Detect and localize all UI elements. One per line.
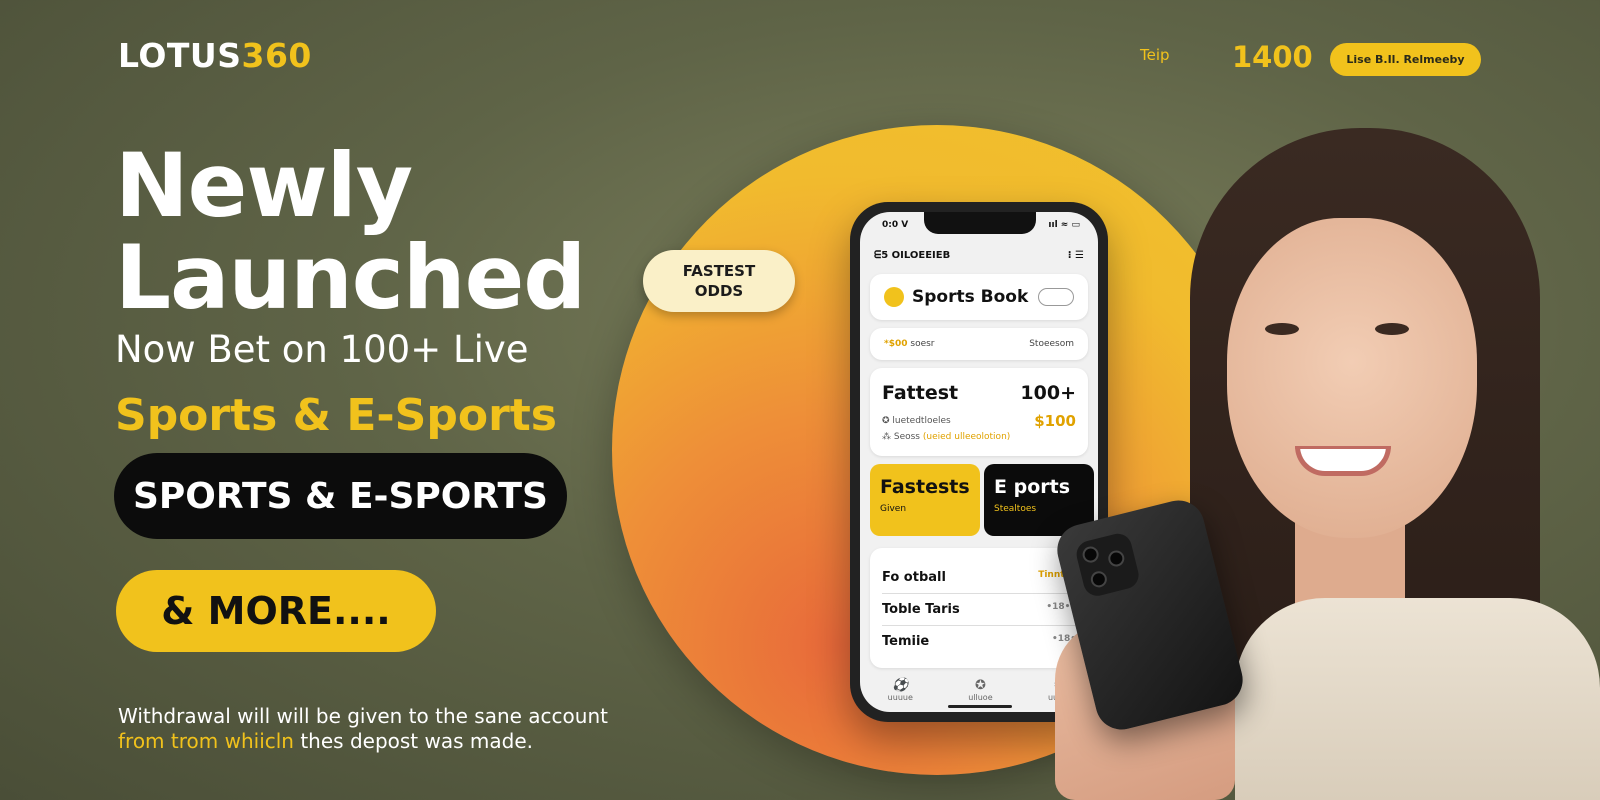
more-button[interactable]: & MORE.... (116, 570, 436, 652)
promo-count: 100+ (1020, 382, 1076, 404)
balance-row: *$00 soesr Stoeesom (870, 328, 1088, 360)
app-title: ᗴ5 OILOEEIEB (874, 250, 951, 261)
disclaimer-line1: Withdrawal will will be given to the san… (118, 704, 608, 728)
promo-amount: $100 (1034, 412, 1076, 430)
tab-1-label: uuuue (887, 693, 913, 702)
hero-title: Newly Launched (115, 134, 586, 329)
logo-text: LOTUS (118, 36, 242, 75)
trophy-icon: ✪ (974, 678, 986, 693)
disclaimer-rest: thes depost was made. (293, 729, 533, 753)
model-face (1227, 218, 1477, 538)
header-cta-button[interactable]: Lise B.Il. Relmeeby (1330, 43, 1481, 76)
camera-lens-icon (1080, 544, 1101, 565)
balance-right-label: Stoeesom (1029, 339, 1074, 349)
sports-esports-button[interactable]: SPORTS & E-SPORTS (114, 453, 567, 539)
tab-1[interactable]: ⚽ uuuue (888, 678, 913, 702)
brand-logo[interactable]: LOTUS360 (118, 36, 312, 75)
model-eye (1265, 323, 1299, 335)
disclaimer-line2: from trom whiicln thes depost was made. (118, 729, 608, 754)
app-bar: ᗴ5 OILOEEIEB ⁝ ☰ (874, 250, 1084, 261)
promo-card[interactable]: Fattest 100+ ✪ luetedtloeles $100 ⁂ Seos… (870, 368, 1088, 456)
badge-line2: ODDS (694, 282, 744, 300)
list-item-name: Toble Taris (882, 602, 960, 617)
logo-accent: 360 (241, 36, 312, 75)
list-item[interactable]: Fo otball Tinntes (882, 562, 1076, 594)
tab-2[interactable]: ✪ ulluoe (968, 678, 992, 702)
model-eye (1375, 323, 1409, 335)
disclaimer-text: Withdrawal will will be given to the san… (118, 704, 608, 754)
model-smile (1295, 446, 1391, 476)
list-item[interactable]: Temiie •18• (882, 626, 1076, 657)
list-item-name: Fo otball (882, 570, 946, 585)
hero-subtitle: Now Bet on 100+ Live (115, 328, 529, 371)
home-indicator (948, 705, 1012, 708)
balance-amount: *$00 (884, 339, 908, 349)
fastests-tile[interactable]: Fastests Given (870, 464, 980, 536)
disclaimer-accent: from trom whiicln (118, 729, 294, 753)
balance-label: soesr (910, 339, 935, 349)
tab-2-label: ulluoe (968, 693, 993, 702)
hero-subtitle-accent: Sports & E-Sports (115, 390, 557, 441)
promo-line1: ✪ luetedtloeles (882, 416, 951, 426)
hero-title-line1: Newly (115, 134, 413, 237)
header-number: 1400 (1232, 40, 1313, 74)
soccer-icon: ⚽ (892, 678, 909, 693)
esports-tile-title: E ports (994, 476, 1071, 498)
hero-title-line2: Launched (115, 226, 586, 329)
camera-lens-icon (1089, 569, 1109, 590)
model-sweater (1235, 598, 1600, 800)
fastests-tile-title: Fastests (880, 476, 970, 498)
esports-tile-sub: Stealtoes (994, 504, 1037, 514)
fastest-odds-badge: FASTEST ODDS (643, 250, 795, 312)
status-icons: ııl ≈ ▭ (1048, 220, 1080, 230)
list-item-name: Temiie (882, 634, 930, 649)
fastests-tile-sub: Given (880, 504, 907, 514)
coin-icon (884, 287, 904, 307)
list-item[interactable]: Toble Taris •18•∘ (882, 594, 1076, 626)
camera-lens-icon (1106, 548, 1127, 569)
sports-list: Fo otball Tinntes Toble Taris •18•∘ Temi… (870, 548, 1088, 668)
sports-book-card[interactable]: Sports Book (870, 274, 1088, 320)
sports-book-label: Sports Book (912, 287, 1029, 307)
promo-line2-accent: (ueied ulleeolotion) (922, 432, 1011, 442)
menu-icon[interactable]: ⁝ ☰ (1068, 250, 1084, 261)
badge-line1: FASTEST (682, 262, 756, 280)
status-time: 0:0 V (882, 220, 909, 230)
phone-screen: 0:0 V ııl ≈ ▭ ᗴ5 OILOEEIEB ⁝ ☰ Sports Bo… (860, 212, 1098, 712)
phone-notch (924, 212, 1036, 234)
promo-title: Fattest (882, 382, 959, 404)
promo-line2: ⁂ Seoss (882, 432, 920, 442)
sports-book-toggle[interactable] (1038, 288, 1074, 306)
camera-module-icon (1073, 530, 1142, 599)
help-link[interactable]: Teip (1140, 46, 1170, 64)
